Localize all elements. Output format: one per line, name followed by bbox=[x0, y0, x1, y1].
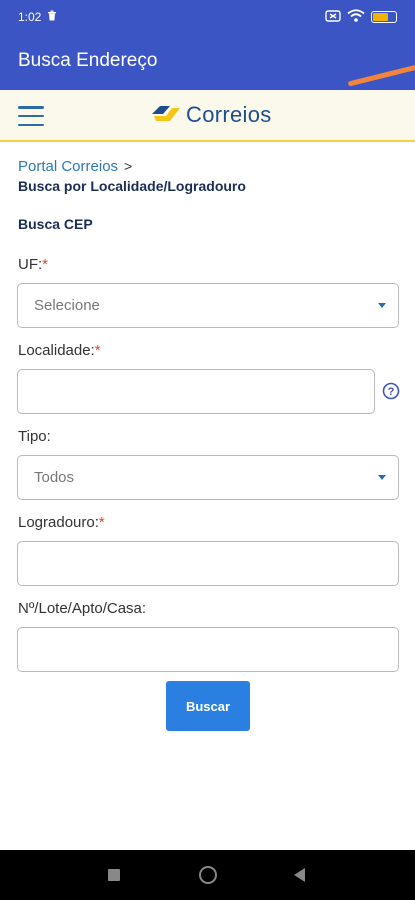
menu-icon[interactable] bbox=[18, 106, 44, 126]
breadcrumb-separator: > bbox=[124, 158, 133, 174]
numero-input[interactable] bbox=[17, 627, 399, 672]
section-title: Busca CEP bbox=[18, 216, 93, 232]
buscar-button[interactable]: Buscar bbox=[166, 681, 250, 731]
localidade-label: Localidade:* bbox=[18, 342, 101, 359]
uf-select-value: Selecione bbox=[34, 297, 100, 314]
tipo-label: Tipo: bbox=[18, 428, 51, 445]
numero-label-text: Nº/Lote/Apto/Casa: bbox=[18, 600, 147, 617]
tipo-select[interactable]: Todos bbox=[17, 455, 399, 500]
app-bar: Busca Endereço bbox=[0, 34, 415, 90]
localidade-input[interactable] bbox=[17, 369, 375, 414]
signal-off-icon bbox=[325, 9, 341, 25]
battery-fill bbox=[373, 13, 389, 21]
home-icon[interactable] bbox=[199, 866, 217, 884]
page-title: Busca por Localidade/Logradouro bbox=[18, 178, 246, 194]
site-header: Correios bbox=[0, 90, 415, 142]
localidade-label-text: Localidade: bbox=[18, 342, 95, 359]
uf-required-mark: * bbox=[42, 256, 49, 273]
correios-logo[interactable]: Correios bbox=[150, 102, 272, 128]
app-title: Busca Endereço bbox=[18, 50, 158, 71]
logradouro-label-text: Logradouro: bbox=[18, 514, 99, 531]
numero-label: Nº/Lote/Apto/Casa: bbox=[18, 600, 146, 617]
back-icon[interactable] bbox=[294, 868, 305, 882]
help-icon[interactable]: ? bbox=[382, 382, 400, 400]
logo-text: Correios bbox=[186, 102, 272, 127]
logradouro-required-mark: * bbox=[98, 514, 105, 531]
uf-label: UF:* bbox=[18, 256, 48, 273]
logradouro-input[interactable] bbox=[17, 541, 399, 586]
logradouro-label: Logradouro:* bbox=[18, 514, 105, 531]
wifi-icon bbox=[347, 9, 365, 25]
uf-select[interactable]: Selecione bbox=[17, 283, 399, 328]
recents-icon[interactable] bbox=[108, 869, 120, 881]
chevron-down-icon bbox=[378, 475, 386, 480]
tipo-label-text: Tipo: bbox=[18, 428, 51, 445]
accent-stripe bbox=[347, 62, 415, 87]
localidade-required-mark: * bbox=[94, 342, 101, 359]
status-bar: 1:02 bbox=[0, 0, 415, 34]
trash-icon bbox=[47, 10, 57, 24]
svg-text:?: ? bbox=[388, 386, 395, 398]
status-time: 1:02 bbox=[18, 10, 42, 24]
system-nav-bar bbox=[0, 850, 415, 900]
uf-label-text: UF: bbox=[18, 256, 43, 273]
correios-logo-icon bbox=[152, 106, 180, 121]
breadcrumb-link-portal[interactable]: Portal Correios bbox=[18, 158, 118, 175]
battery-icon bbox=[371, 11, 397, 23]
chevron-down-icon bbox=[378, 303, 386, 308]
breadcrumb: Portal Correios > bbox=[18, 158, 132, 175]
tipo-select-value: Todos bbox=[34, 469, 75, 486]
